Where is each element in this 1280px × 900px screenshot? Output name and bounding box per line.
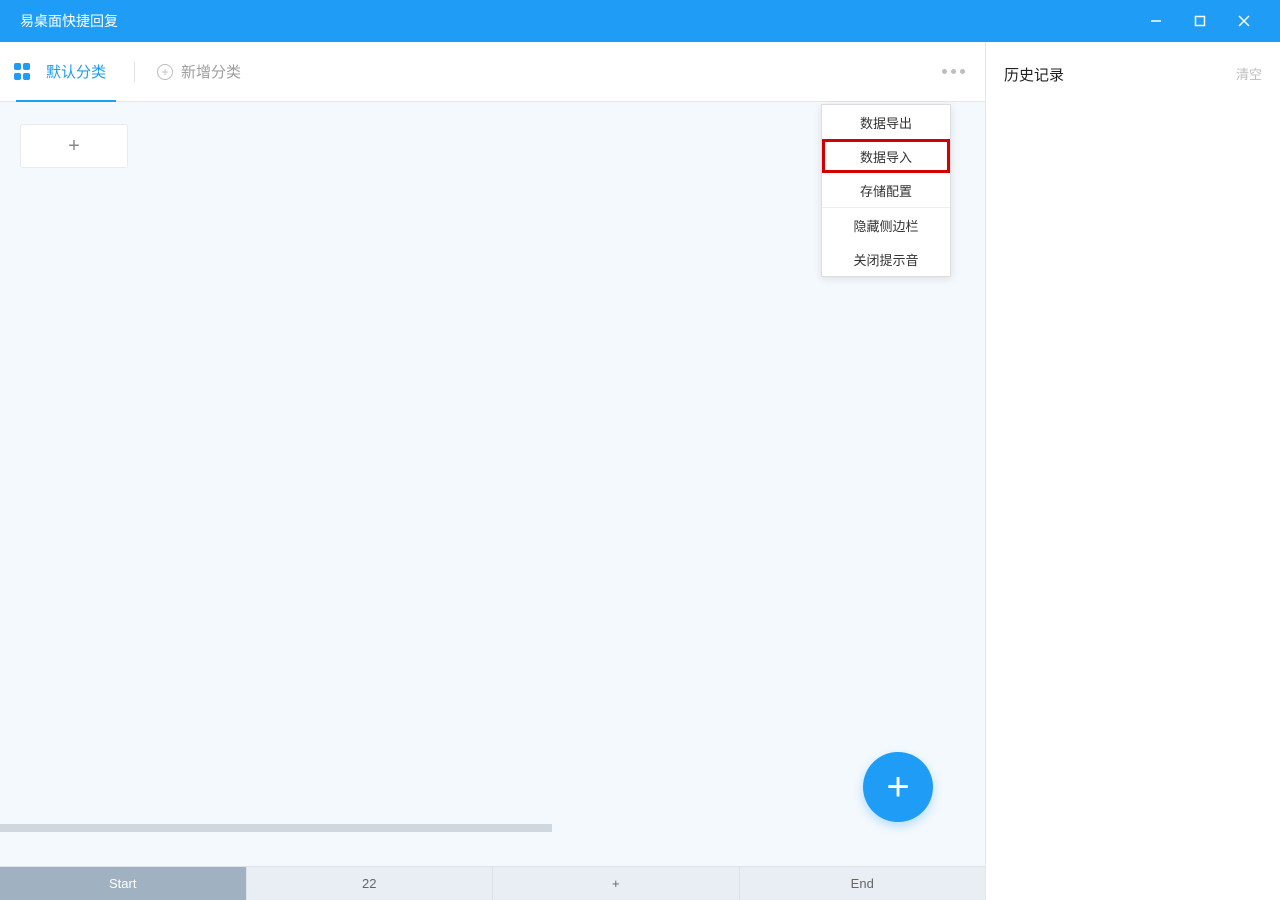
app-title: 易桌面快捷回复: [20, 11, 1134, 31]
bottom-tab[interactable]: +: [493, 867, 740, 900]
maximize-button[interactable]: [1178, 0, 1222, 42]
category-tabs: 默认分类 + 新增分类 数据导出数据导入存储配置隐藏侧边栏关闭提示音: [0, 42, 985, 102]
history-panel: 历史记录 清空: [986, 42, 1280, 900]
horizontal-scrollbar[interactable]: [0, 824, 552, 832]
bottom-tab[interactable]: Start: [0, 867, 247, 900]
more-menu-button[interactable]: [940, 42, 967, 101]
bottom-tabs: Start22+End: [0, 866, 985, 900]
dropdown-item[interactable]: 隐藏侧边栏: [822, 208, 950, 242]
plus-icon: +: [886, 765, 909, 810]
history-title: 历史记录: [1004, 67, 1064, 84]
titlebar: 易桌面快捷回复: [0, 0, 1280, 42]
plus-circle-icon: +: [157, 64, 173, 80]
more-dropdown: 数据导出数据导入存储配置隐藏侧边栏关闭提示音: [821, 104, 951, 277]
add-category-button[interactable]: + 新增分类: [157, 61, 241, 82]
dropdown-item[interactable]: 关闭提示音: [822, 242, 950, 276]
grid-icon: [14, 63, 32, 81]
bottom-tab[interactable]: End: [740, 867, 986, 900]
dropdown-item[interactable]: 存储配置: [822, 173, 950, 207]
add-card-button[interactable]: +: [20, 124, 128, 168]
minimize-button[interactable]: [1134, 0, 1178, 42]
dropdown-item[interactable]: 数据导出: [822, 105, 950, 139]
tab-default-category[interactable]: 默认分类: [40, 42, 112, 102]
history-clear-button[interactable]: 清空: [1236, 64, 1262, 83]
tab-divider: [134, 62, 135, 82]
tab-label: 默认分类: [46, 61, 106, 82]
bottom-tab[interactable]: 22: [247, 867, 494, 900]
plus-icon: +: [68, 135, 80, 158]
dropdown-item[interactable]: 数据导入: [822, 139, 950, 173]
fab-add-button[interactable]: +: [863, 752, 933, 822]
add-category-label: 新增分类: [181, 61, 241, 82]
close-button[interactable]: [1222, 0, 1266, 42]
